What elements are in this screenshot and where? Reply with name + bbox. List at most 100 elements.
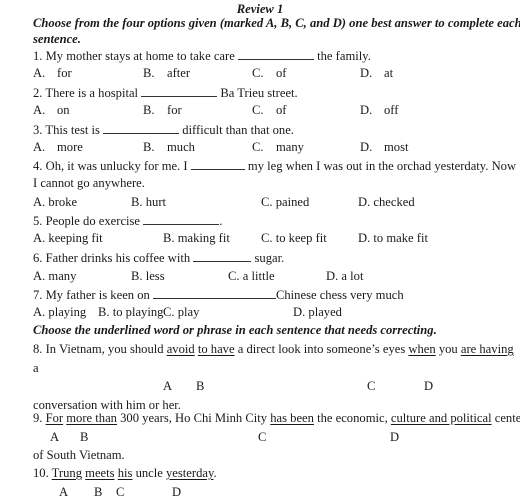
option-letter: C. xyxy=(252,66,264,80)
question-number: 7. xyxy=(33,288,43,302)
sentence-text: uncle xyxy=(132,466,166,480)
question-5: 5. People do exercise . xyxy=(33,213,222,228)
underlined-option-b[interactable]: more than xyxy=(66,411,117,425)
option-d[interactable]: D. to make fit xyxy=(358,231,428,245)
sentence-text: . xyxy=(213,466,217,480)
option-c[interactable]: C. many xyxy=(252,140,304,154)
question-number: 3. xyxy=(33,123,43,137)
option-c[interactable]: C. pained xyxy=(261,195,309,209)
sentence-text: 300 years, Ho Chi Minh City xyxy=(116,411,271,425)
option-letter: B. xyxy=(163,231,175,245)
answer-blank xyxy=(152,287,276,299)
option-letter: C. xyxy=(163,305,175,319)
label-b: B xyxy=(80,430,89,444)
option-c[interactable]: C. a little xyxy=(228,269,275,283)
option-b[interactable]: B. to playing xyxy=(98,305,163,319)
option-a[interactable]: A. broke xyxy=(33,195,77,209)
question-text-before: This test is xyxy=(45,123,100,137)
underlined-option-d[interactable]: culture and political xyxy=(391,411,492,425)
option-letter: B. xyxy=(131,195,143,209)
question-7: 7. My father is keen on Chinese chess ve… xyxy=(33,287,404,302)
label-d: D xyxy=(424,379,434,393)
option-letter: C. xyxy=(261,195,273,209)
option-d[interactable]: D. checked xyxy=(358,195,415,209)
option-b[interactable]: B. less xyxy=(131,269,165,283)
underlined-option-c[interactable]: when xyxy=(408,342,435,356)
option-a[interactable]: A. keeping fit xyxy=(33,231,103,245)
option-text: a lot xyxy=(341,269,364,283)
option-letter: A. xyxy=(33,103,46,117)
question-text-before: There is a hospital xyxy=(45,86,139,100)
section1-instruction: Choose from the four options given (mark… xyxy=(33,16,520,30)
option-b[interactable]: B. for xyxy=(143,103,182,117)
underlined-option-c[interactable]: his xyxy=(118,466,133,480)
option-text: playing xyxy=(48,305,87,319)
option-b[interactable]: B. much xyxy=(143,140,195,154)
option-c[interactable]: C. to keep fit xyxy=(261,231,327,245)
label-a: A xyxy=(50,430,60,444)
label-b: B xyxy=(94,485,103,499)
question-text-before: My mother stays at home to take care xyxy=(45,49,235,63)
question-number: 4. xyxy=(33,159,43,173)
underlined-option-a[interactable]: Trung xyxy=(52,466,82,480)
option-text: keeping fit xyxy=(48,231,103,245)
option-text: most xyxy=(384,140,409,154)
option-a[interactable]: A. many xyxy=(33,269,76,283)
option-b[interactable]: B. after xyxy=(143,66,190,80)
question-text-after: Chinese chess very much xyxy=(275,288,404,302)
option-d[interactable]: D. off xyxy=(360,103,398,117)
option-d[interactable]: D. most xyxy=(360,140,409,154)
underlined-option-b[interactable]: meets xyxy=(85,466,114,480)
option-a[interactable]: A. on xyxy=(33,103,70,117)
option-d[interactable]: D. a lot xyxy=(326,269,363,283)
section1-instruction-cont: sentence. xyxy=(33,32,81,46)
option-text: on xyxy=(57,103,70,117)
error-question-8-line3: conversation with him or her. xyxy=(33,398,181,412)
option-d[interactable]: D. at xyxy=(360,66,393,80)
option-text: play xyxy=(177,305,200,319)
option-b[interactable]: B. hurt xyxy=(131,195,166,209)
label-d: D xyxy=(172,485,182,499)
option-a[interactable]: A. more xyxy=(33,140,83,154)
option-text: to playing xyxy=(112,305,164,319)
question-text-before: Father drinks his coffee with xyxy=(45,251,191,265)
underlined-option-a[interactable]: avoid xyxy=(167,342,195,356)
question-3: 3. This test is difficult than that one. xyxy=(33,122,294,137)
underlined-option-c[interactable]: has been xyxy=(270,411,314,425)
sentence-text: In Vietnam, you should xyxy=(45,342,167,356)
option-letter: D. xyxy=(360,66,373,80)
option-c[interactable]: C. of xyxy=(252,66,287,80)
underlined-option-d[interactable]: are having xyxy=(461,342,514,356)
option-text: to make fit xyxy=(373,231,428,245)
option-letter: D. xyxy=(326,269,339,283)
question-number: 1. xyxy=(33,49,43,63)
option-b[interactable]: B. making fit xyxy=(163,231,230,245)
question-1: 1. My mother stays at home to take care … xyxy=(33,48,371,63)
option-text: at xyxy=(384,66,394,80)
question-text-after: the family. xyxy=(317,49,371,63)
underlined-option-a[interactable]: For xyxy=(46,411,64,425)
question-text-after: sugar. xyxy=(254,251,285,265)
answer-blank xyxy=(193,250,252,262)
option-a[interactable]: A. playing xyxy=(33,305,86,319)
answer-blank xyxy=(103,122,180,134)
option-text: checked xyxy=(373,195,415,209)
question-text-before: Oh, it was unlucky for me. I xyxy=(45,159,188,173)
underlined-option-d[interactable]: yesterday xyxy=(166,466,213,480)
label-a: A xyxy=(59,485,69,499)
option-c[interactable]: C. play xyxy=(163,305,199,319)
question-text-after: . xyxy=(219,214,223,228)
option-d[interactable]: D. played xyxy=(293,305,342,319)
option-c[interactable]: C. of xyxy=(252,103,287,117)
question-text-before: People do exercise xyxy=(45,214,141,228)
label-a: A xyxy=(163,379,173,393)
option-letter: A. xyxy=(33,305,46,319)
option-text: broke xyxy=(48,195,78,209)
label-c: C xyxy=(258,430,267,444)
answer-blank xyxy=(143,213,220,225)
page-title: Review 1 xyxy=(236,2,284,16)
option-text: more xyxy=(57,140,83,154)
option-letter: A. xyxy=(33,140,46,154)
option-a[interactable]: A. for xyxy=(33,66,72,80)
underlined-option-b[interactable]: to have xyxy=(198,342,235,356)
